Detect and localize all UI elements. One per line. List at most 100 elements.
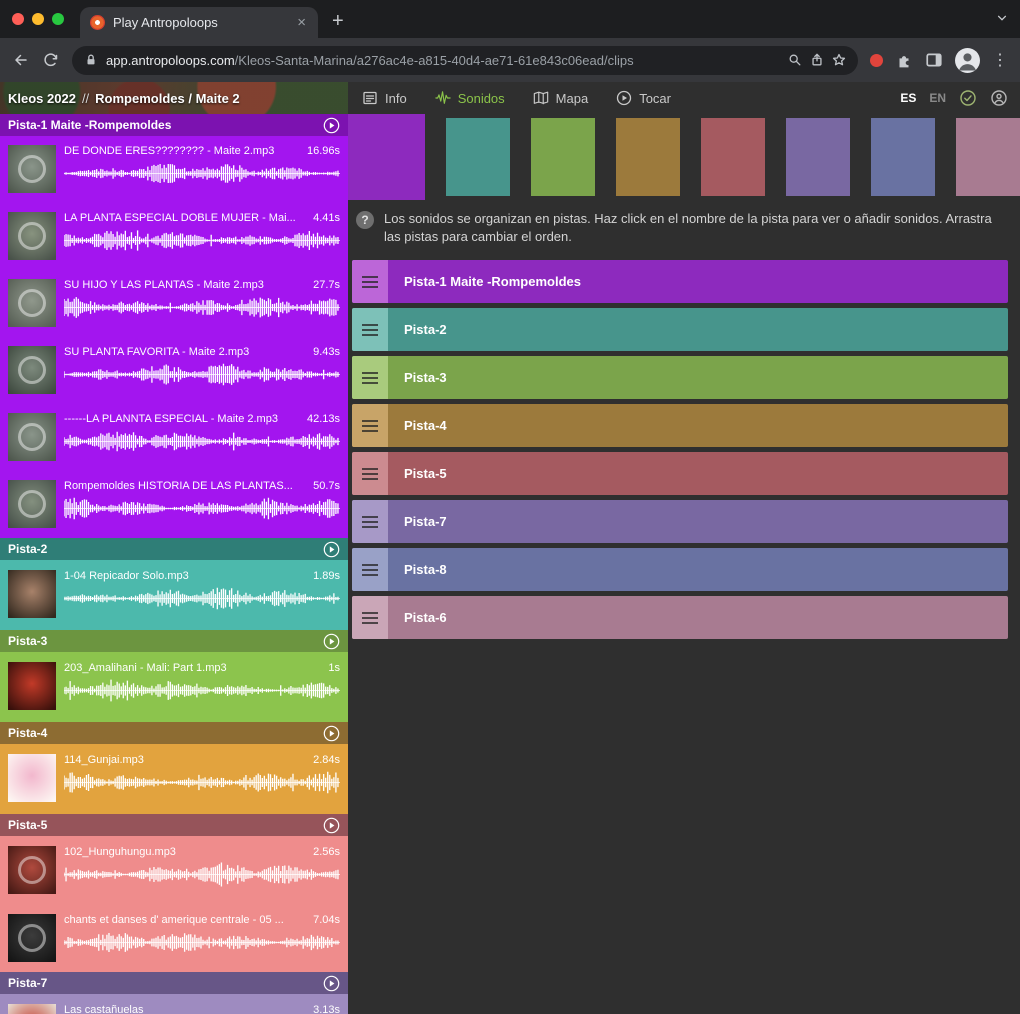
clip-item[interactable]: SU HIJO Y LAS PLANTAS - Maite 2.mp3 27.7… (0, 270, 348, 337)
breadcrumb-path[interactable]: Rompemoldes / Maite 2 (95, 91, 239, 106)
browser-tab[interactable]: Play Antropoloops × (80, 7, 318, 38)
clip-waveform (64, 228, 340, 253)
tab-search-chevron-icon[interactable] (996, 11, 1008, 29)
check-circle-icon[interactable] (959, 89, 977, 107)
drag-handle[interactable] (352, 404, 388, 447)
side-panel-icon[interactable] (925, 51, 943, 69)
track-header[interactable]: Pista-4 (0, 722, 348, 744)
track-color-swatch[interactable] (531, 118, 595, 196)
lang-es[interactable]: ES (900, 91, 916, 105)
track-row-pista-4[interactable]: Pista-4 (352, 404, 1008, 447)
track-color-swatch[interactable] (446, 118, 510, 196)
help-text: Los sonidos se organizan en pistas. Haz … (384, 210, 1006, 246)
play-track-button[interactable] (323, 117, 340, 134)
bookmark-star-icon[interactable] (832, 53, 846, 67)
track-row-pista-5[interactable]: Pista-5 (352, 452, 1008, 495)
tab-info[interactable]: Info (362, 90, 407, 106)
drag-handle[interactable] (352, 500, 388, 543)
traffic-maximize-button[interactable] (52, 13, 64, 25)
loop-ring-icon (18, 222, 46, 250)
info-icon (362, 90, 378, 106)
zoom-icon[interactable] (788, 53, 802, 67)
clip-item[interactable]: chants et danses d' amerique centrale - … (0, 904, 348, 972)
clip-thumbnail (8, 754, 56, 802)
clip-waveform (64, 496, 340, 521)
loop-ring-icon (18, 924, 46, 952)
tab-mapa[interactable]: Mapa (533, 90, 589, 106)
track-header[interactable]: Pista-3 (0, 630, 348, 652)
new-tab-button[interactable]: + (332, 11, 344, 31)
clip-title: 114_Gunjai.mp3 (64, 754, 144, 766)
clip-item[interactable]: ------LA PLANNTA ESPECIAL - Maite 2.mp3 … (0, 404, 348, 471)
drag-handle[interactable] (352, 452, 388, 495)
clip-duration: 16.96s (307, 145, 340, 157)
clip-item[interactable]: 102_Hunguhungu.mp3 2.56s (0, 836, 348, 904)
browser-window: Play Antropoloops × + app.antropoloops.c… (0, 0, 1020, 1014)
account-icon[interactable] (990, 89, 1008, 107)
track-row-pista-3[interactable]: Pista-3 (352, 356, 1008, 399)
reload-icon[interactable] (42, 51, 60, 69)
wave-icon (435, 90, 451, 106)
drag-handle-icon (362, 516, 378, 528)
track-color-swatch[interactable] (871, 118, 935, 196)
url-path: /Kleos-Santa-Marina/a276ac4e-a815-40d4-a… (235, 53, 634, 68)
track-header[interactable]: Pista-5 (0, 814, 348, 836)
track-color-swatch[interactable] (786, 118, 850, 196)
clip-item[interactable]: DE DONDE ERES???????? - Maite 2.mp3 16.9… (0, 136, 348, 203)
play-track-button[interactable] (323, 817, 340, 834)
clip-item[interactable]: Las castañuelas 3.13s (0, 994, 348, 1014)
play-track-button[interactable] (323, 975, 340, 992)
drag-handle-icon (362, 324, 378, 336)
drag-handle-icon (362, 612, 378, 624)
track-row-pista-8[interactable]: Pista-8 (352, 548, 1008, 591)
track-row-pista-1[interactable]: Pista-1 Maite -Rompemoldes (352, 260, 1008, 303)
sidebar-track-pista-3: Pista-3 203_Amalihani - Mali: Part 1.mp3… (0, 630, 348, 722)
track-color-swatch[interactable] (701, 118, 765, 196)
extensions-puzzle-icon[interactable] (895, 51, 913, 69)
track-row-pista-7[interactable]: Pista-7 (352, 500, 1008, 543)
track-row-pista-6[interactable]: Pista-6 (352, 596, 1008, 639)
tab-close-icon[interactable]: × (295, 15, 308, 30)
clip-item[interactable]: 1-04 Repicador Solo.mp3 1.89s (0, 560, 348, 630)
drag-handle[interactable] (352, 596, 388, 639)
recording-dot-icon[interactable] (870, 54, 883, 67)
header-actions: ES EN (900, 82, 1020, 114)
clip-item[interactable]: 203_Amalihani - Mali: Part 1.mp3 1s (0, 652, 348, 722)
track-color-swatch[interactable] (616, 118, 680, 196)
menu-dots-icon[interactable]: ⋮ (992, 50, 1008, 70)
track-name: Pista-1 Maite -Rompemoldes (8, 118, 171, 132)
clip-item[interactable]: 114_Gunjai.mp3 2.84s (0, 744, 348, 814)
track-row-pista-2[interactable]: Pista-2 (352, 308, 1008, 351)
clip-waveform (64, 161, 340, 186)
clip-thumbnail (8, 212, 56, 260)
share-icon[interactable] (810, 53, 824, 67)
clip-item[interactable]: LA PLANTA ESPECIAL DOBLE MUJER - Mai... … (0, 203, 348, 270)
track-header[interactable]: Pista-1 Maite -Rompemoldes (0, 114, 348, 136)
back-icon[interactable] (12, 51, 30, 69)
breadcrumb[interactable]: Kleos 2022 // Rompemoldes / Maite 2 (0, 82, 348, 114)
play-track-button[interactable] (323, 633, 340, 650)
drag-handle[interactable] (352, 308, 388, 351)
clip-item[interactable]: Rompemoldes HISTORIA DE LAS PLANTAS... 5… (0, 471, 348, 538)
track-header[interactable]: Pista-2 (0, 538, 348, 560)
track-color-swatch[interactable] (956, 118, 1020, 196)
play-track-button[interactable] (323, 725, 340, 742)
tab-tocar[interactable]: Tocar (616, 90, 671, 106)
traffic-close-button[interactable] (12, 13, 24, 25)
drag-handle[interactable] (352, 548, 388, 591)
track-color-swatch[interactable] (348, 114, 425, 200)
tab-sonidos[interactable]: Sonidos (435, 90, 505, 106)
track-header[interactable]: Pista-7 (0, 972, 348, 994)
breadcrumb-project[interactable]: Kleos 2022 (8, 91, 76, 106)
clip-item[interactable]: SU PLANTA FAVORITA - Maite 2.mp3 9.43s (0, 337, 348, 404)
drag-handle-icon (362, 420, 378, 432)
traffic-minimize-button[interactable] (32, 13, 44, 25)
app-header: Kleos 2022 // Rompemoldes / Maite 2 Info… (0, 82, 1020, 114)
address-bar[interactable]: app.antropoloops.com/Kleos-Santa-Marina/… (72, 46, 858, 75)
clip-title: DE DONDE ERES???????? - Maite 2.mp3 (64, 145, 274, 157)
drag-handle[interactable] (352, 356, 388, 399)
profile-avatar[interactable] (955, 48, 980, 73)
play-track-button[interactable] (323, 541, 340, 558)
lang-en[interactable]: EN (929, 91, 946, 105)
drag-handle[interactable] (352, 260, 388, 303)
